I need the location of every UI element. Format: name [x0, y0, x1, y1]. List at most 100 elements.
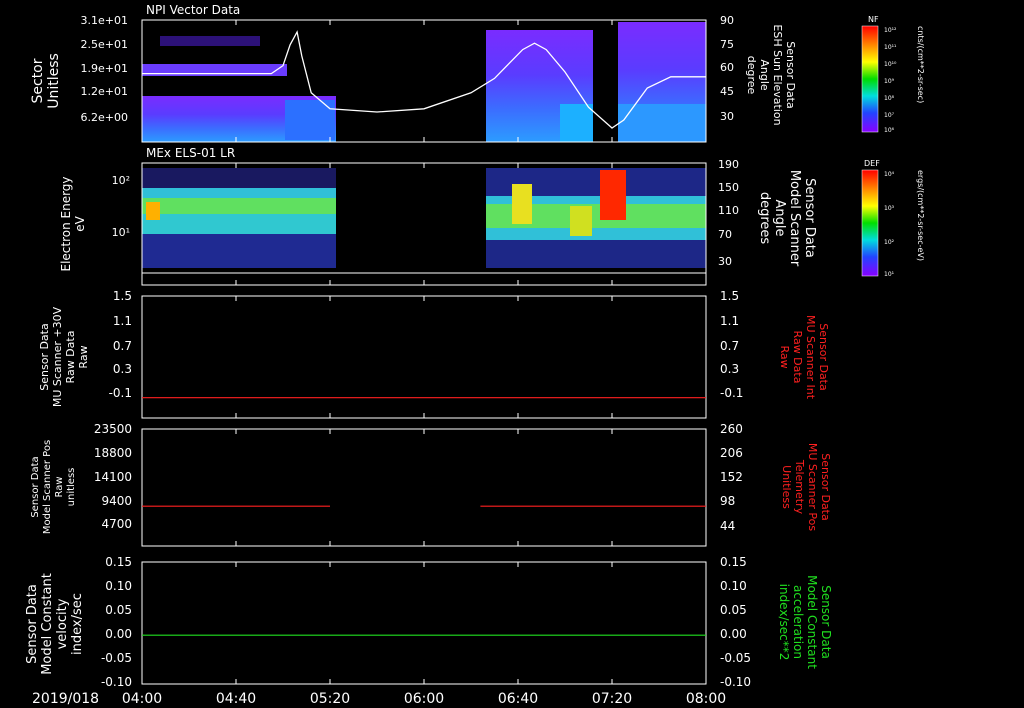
p5-ylabel-line: velocity — [55, 598, 70, 649]
p5-right-ylabel: Sensor Data Model Constant acceleration … — [777, 575, 833, 669]
p5-rlabel-line: Sensor Data — [819, 585, 833, 659]
p5-ylabel-line: index/sec — [70, 593, 85, 655]
p1-rytick: 75 — [720, 38, 734, 51]
p1-band-upper — [160, 36, 260, 46]
p3-yticks: 1.5 1.1 0.7 0.3 -0.1 — [109, 289, 132, 400]
p1-rlabel-line: Angle — [758, 59, 771, 91]
p3-rlabel-line: Raw Data — [791, 331, 804, 384]
p4-ytick: 9400 — [101, 494, 132, 508]
p3-rlabel-line: Sensor Data — [817, 323, 830, 390]
p3-ytick: 0.3 — [113, 362, 132, 376]
p3-rlabel-line: MU Scanner Int — [804, 315, 817, 400]
p1-blob-4 — [560, 104, 593, 142]
p1-colorbar-units: cnts/(cm**2-sr-sec) — [916, 26, 925, 103]
p2-colorbar-units: ergs/(cm**2-sr-sec-eV) — [916, 170, 925, 261]
p4-yticks: 23500 18800 14100 9400 4700 — [94, 422, 132, 531]
p3-ylabel-line: Raw — [77, 345, 90, 368]
p3-frame — [141, 295, 707, 419]
p1-right-ylabel: Sensor Data ESH Sun Elevation Angle degr… — [745, 24, 797, 125]
p2-cbtick: 10⁴ — [884, 171, 895, 178]
p4-rlabel-line: Telemetry — [793, 459, 806, 515]
p1-ytick: 2.5e+01 — [81, 38, 128, 51]
p3-right-ylabel: Sensor Data MU Scanner Int Raw Data Raw — [778, 315, 830, 400]
p2-rytick: 30 — [718, 255, 732, 268]
p1-ytick: 1.2e+01 — [81, 85, 128, 98]
time-tick: 04:00 — [122, 691, 162, 707]
p4-ytick: 23500 — [94, 422, 132, 436]
p5-rytick: 0.10 — [720, 579, 747, 593]
p2-noise-1 — [142, 168, 336, 188]
p4-frame — [141, 428, 707, 547]
p2-ytick: 10² — [112, 174, 130, 187]
p5-rytick: 0.15 — [720, 555, 747, 569]
p5-ytick: 0.10 — [105, 579, 132, 593]
p2-right-ylabel: Sensor Data Model Scanner Angle degrees — [757, 170, 817, 267]
p4-rlabel-line: MU Scanner Pos — [806, 443, 819, 532]
p3-ytick: 1.1 — [113, 314, 132, 328]
p5-right-yticks: 0.15 0.10 0.05 0.00 -0.05 -0.10 — [720, 555, 751, 689]
time-tick: 06:00 — [404, 691, 444, 707]
p2-rytick: 70 — [718, 228, 732, 241]
p3-ylabel-line: MU Scanner +30V — [51, 306, 64, 407]
p1-cbtick: 10¹² — [884, 27, 897, 34]
p2-band-3 — [142, 214, 336, 234]
p3-rytick: 1.1 — [720, 314, 739, 328]
p1-rytick: 90 — [720, 14, 734, 27]
p1-cbtick: 10⁷ — [884, 112, 895, 119]
p2-ylabel-line: Electron Energy — [59, 176, 73, 271]
p1-ytick: 3.1e+01 — [81, 14, 128, 27]
p2-rytick: 150 — [718, 181, 739, 194]
p5-ylabel: Sensor Data Model Constant velocity inde… — [25, 573, 85, 675]
p2-rytick: 190 — [718, 158, 739, 171]
time-tick: 06:40 — [498, 691, 538, 707]
p2-cbtick: 10¹ — [884, 271, 895, 278]
p2-ylabel-line: eV — [73, 215, 87, 231]
p2-cbtick: 10² — [884, 239, 895, 246]
p4-rytick: 206 — [720, 446, 743, 460]
p3-right-yticks: 1.5 1.1 0.7 0.3 -0.1 — [720, 289, 743, 400]
p2-colorbar-gradient — [861, 169, 879, 277]
p3-ylabel: Sensor Data MU Scanner +30V Raw Data Raw — [38, 306, 90, 407]
p5-rlabel-line: index/sec**2 — [777, 584, 791, 661]
p1-colorbar-gradient — [861, 25, 879, 133]
p4-ytick: 18800 — [94, 446, 132, 460]
p5-ytick: 0.00 — [105, 627, 132, 641]
time-tick: 05:20 — [310, 691, 350, 707]
p1-title: NPI Vector Data — [146, 3, 240, 17]
p1-rlabel-line: degree — [745, 56, 758, 95]
panel-p4: 23500 18800 14100 9400 4700 260 206 152 … — [30, 422, 832, 547]
p4-right-yticks: 260 206 152 98 44 — [720, 422, 743, 533]
p3-rytick: 0.7 — [720, 339, 739, 353]
p1-cbtick: 10⁶ — [884, 127, 895, 134]
time-tick: 07:20 — [592, 691, 632, 707]
p2-colorbar-label: DEF — [864, 159, 880, 168]
p3-rytick: -0.1 — [720, 386, 743, 400]
p5-ytick: 0.05 — [105, 603, 132, 617]
p4-ylabel-line: unitless — [66, 468, 77, 507]
p3-ylabel-line: Sensor Data — [38, 323, 51, 390]
p2-hot-2 — [512, 184, 532, 224]
time-tick: 08:00 — [686, 691, 726, 707]
p1-ylabel: Sector Unitless — [30, 53, 62, 109]
p2-rlabel-line: Sensor Data — [802, 178, 817, 258]
p1-ylabel-line: Unitless — [46, 53, 62, 109]
p4-rytick: 98 — [720, 494, 735, 508]
p1-colorbar-label: NF — [868, 15, 879, 24]
p1-rytick: 60 — [720, 61, 734, 74]
p3-rytick: 1.5 — [720, 289, 739, 303]
p3-ytick: 0.7 — [113, 339, 132, 353]
panel-p3: 1.5 1.1 0.7 0.3 -0.1 1.5 1.1 0.7 0.3 -0.… — [38, 289, 830, 419]
p5-rlabel-line: acceleration — [791, 585, 805, 659]
p5-ylabel-line: Model Constant — [40, 573, 55, 675]
p4-ytick: 14100 — [94, 470, 132, 484]
p2-rytick: 110 — [718, 204, 739, 217]
p4-rlabel-line: Sensor Data — [819, 453, 832, 520]
p4-rytick: 260 — [720, 422, 743, 436]
p5-rytick: 0.05 — [720, 603, 747, 617]
time-axis-date: 2019/018 — [32, 691, 99, 707]
p5-rytick: 0.00 — [720, 627, 747, 641]
p1-cbtick: 10⁸ — [884, 95, 895, 102]
p1-cbtick: 10¹¹ — [884, 44, 897, 51]
p5-ylabel-line: Sensor Data — [25, 584, 40, 664]
p1-gap — [593, 20, 618, 142]
